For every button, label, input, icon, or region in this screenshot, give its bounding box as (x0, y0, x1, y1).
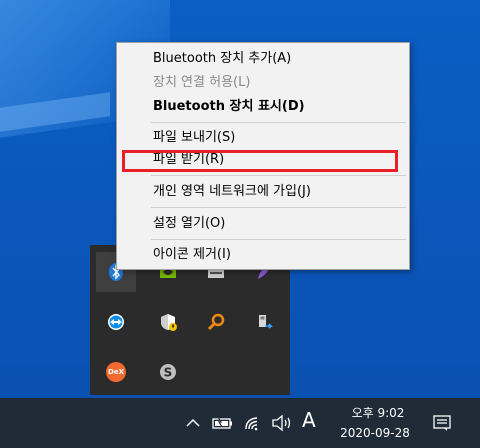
ime-indicator[interactable]: A (302, 408, 316, 432)
menu-item-send-file[interactable]: 파일 보내기(S) (153, 126, 235, 150)
show-hidden-icons-button[interactable] (185, 413, 201, 433)
battery-button[interactable] (212, 413, 234, 433)
battery-icon (212, 416, 232, 429)
menu-separator (151, 122, 406, 123)
skype-tray-button[interactable]: S (148, 352, 188, 392)
chevron-up-icon (186, 418, 200, 427)
menu-item-join-pan[interactable]: 개인 영역 네트워크에 가입(J) (153, 180, 311, 204)
menu-item-remove-icon[interactable]: 아이콘 제거(I) (153, 243, 231, 267)
usb-remove-tray-button[interactable] (244, 302, 284, 342)
notification-icon (433, 415, 451, 431)
taskbar: A 오후 9:02 2020-09-28 (0, 398, 480, 448)
svg-text:S: S (164, 366, 173, 380)
menu-separator (151, 239, 406, 240)
usb-remove-icon (259, 315, 273, 329)
dex-label: DeX (108, 368, 124, 376)
search-magnifier-icon (207, 313, 225, 331)
teamviewer-tray-button[interactable] (96, 302, 136, 342)
receive-file-highlight (122, 150, 398, 172)
speaker-icon (272, 414, 291, 432)
dex-icon: DeX (106, 362, 126, 382)
dex-tray-button[interactable]: DeX (96, 352, 136, 392)
menu-item-open-settings[interactable]: 설정 열기(O) (153, 212, 225, 236)
search-tray-button[interactable] (196, 302, 236, 342)
skype-icon: S (160, 364, 176, 380)
action-center-button[interactable] (432, 413, 452, 433)
volume-button[interactable] (271, 413, 293, 433)
teamviewer-icon (108, 314, 124, 330)
clock-time[interactable]: 오후 9:02 (338, 404, 418, 421)
menu-separator (151, 175, 406, 176)
clock-date[interactable]: 2020-09-28 (330, 426, 420, 440)
menu-item-allow-device-connect: 장치 연결 허용(L) (153, 75, 251, 90)
menu-item-show-bluetooth-devices[interactable]: Bluetooth 장치 표시(D) (153, 95, 305, 119)
wifi-button[interactable] (243, 413, 263, 433)
menu-item-add-bluetooth-device[interactable]: Bluetooth 장치 추가(A) (153, 47, 291, 71)
security-shield-icon (161, 314, 177, 331)
security-tray-button[interactable] (148, 302, 188, 342)
menu-separator (151, 207, 406, 208)
wifi-icon (245, 417, 258, 431)
